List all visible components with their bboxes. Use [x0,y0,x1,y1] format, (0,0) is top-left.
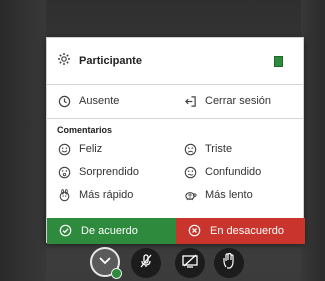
surprised-button[interactable]: Sorprendido [57,165,139,179]
bottom-toolbar [0,243,325,281]
disagree-button[interactable]: En desacuerdo [176,218,305,244]
away-button[interactable]: Ausente [57,94,119,108]
surprised-label: Sorprendido [79,166,139,178]
menu-title: Participante [79,55,142,67]
raise-hand-button[interactable] [214,248,244,278]
status-menu: Participante Ausente Cerrar sesión Comen… [46,37,305,244]
agree-label: De acuerdo [81,225,138,237]
gear-icon [57,52,71,71]
logout-label: Cerrar sesión [205,95,272,107]
confused-face-icon [183,165,197,179]
x-circle-icon [188,224,202,238]
happy-face-icon [57,142,71,156]
logout-button[interactable]: Cerrar sesión [183,94,271,108]
chevron-down-icon [98,253,112,271]
surprised-face-icon [57,165,71,179]
background-left [0,0,46,281]
slower-button[interactable]: Más lento [183,188,253,202]
faster-button[interactable]: Más rápido [57,188,133,202]
mic-off-icon [138,253,154,274]
away-label: Ausente [79,95,120,107]
confused-button[interactable]: Confundido [183,165,261,179]
status-indicator [274,56,283,67]
logout-icon [183,94,197,108]
happy-button[interactable]: Feliz [57,142,102,156]
mute-button[interactable] [131,248,161,278]
sad-face-icon [183,142,197,156]
sad-button[interactable]: Triste [183,142,232,156]
happy-label: Feliz [79,143,103,155]
rabbit-icon [57,188,71,202]
menu-header[interactable]: Participante [47,38,303,84]
disagree-label: En desacuerdo [210,225,284,237]
app-stage: Participante Ausente Cerrar sesión Comen… [0,0,325,281]
agree-button[interactable]: De acuerdo [47,218,176,244]
slower-label: Más lento [205,189,253,201]
faster-label: Más rápido [79,189,134,201]
status-badge [111,268,122,279]
turtle-icon [183,188,197,202]
comments-heading: Comentarios [57,125,113,135]
screen-share-button[interactable] [175,248,205,278]
divider [47,118,303,119]
screen-share-off-icon [181,253,199,274]
confused-label: Confundido [205,166,262,178]
sad-label: Triste [205,143,233,155]
raise-hand-icon [221,252,237,275]
clock-icon [57,94,71,108]
check-circle-icon [59,224,73,238]
vote-bar: De acuerdo En desacuerdo [47,218,305,244]
divider [47,84,303,85]
